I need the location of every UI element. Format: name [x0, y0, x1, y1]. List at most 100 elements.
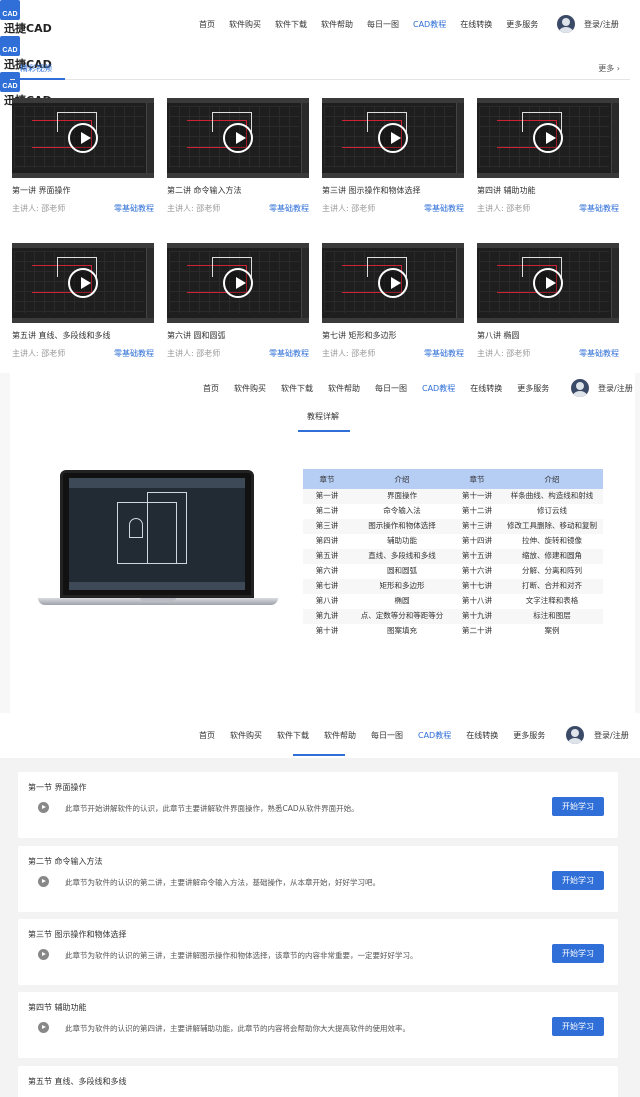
video-title[interactable]: 第八讲 椭圆 [477, 330, 619, 341]
nav-help[interactable]: 软件帮助 [324, 730, 356, 741]
video-title[interactable]: 第五讲 直线、多段线和多线 [12, 330, 154, 341]
video-thumbnail[interactable] [322, 98, 464, 178]
nav-cad-tutorial[interactable]: CAD教程 [422, 383, 455, 394]
play-icon[interactable] [533, 268, 563, 298]
start-learning-button[interactable]: 开始学习 [552, 871, 604, 890]
video-tabbar: 精彩视频 更多 › [10, 60, 630, 80]
table-cell: 第十八讲 [453, 594, 501, 609]
video-card[interactable]: 第二讲 命令输入方法 主讲人: 邵老师 零基础教程 [167, 98, 309, 214]
video-category[interactable]: 零基础教程 [114, 203, 154, 214]
nav-download[interactable]: 软件下载 [281, 383, 313, 394]
video-title[interactable]: 第三讲 图示操作和物体选择 [322, 185, 464, 196]
video-thumbnail[interactable] [167, 98, 309, 178]
main-menu: 首页 软件购买 软件下载 软件帮助 每日一图 CAD教程 在线转换 更多服务 [199, 730, 545, 741]
nav-daily[interactable]: 每日一图 [367, 19, 399, 30]
table-row: 第十讲 图案填充 第二十讲 案例 [303, 624, 603, 639]
video-thumbnail[interactable] [167, 243, 309, 323]
play-icon[interactable] [378, 268, 408, 298]
play-circle-icon[interactable] [38, 876, 49, 887]
nav-download[interactable]: 软件下载 [275, 19, 307, 30]
login-link[interactable]: 登录/注册 [594, 730, 640, 741]
play-icon[interactable] [68, 268, 98, 298]
video-card[interactable]: 第一讲 界面操作 主讲人: 邵老师 零基础教程 [12, 98, 154, 214]
video-category[interactable]: 零基础教程 [424, 348, 464, 359]
start-learning-button[interactable]: 开始学习 [552, 1017, 604, 1036]
nav-active-underline [293, 754, 345, 756]
video-category[interactable]: 零基础教程 [579, 203, 619, 214]
avatar[interactable] [557, 15, 575, 33]
video-card[interactable]: 第三讲 图示操作和物体选择 主讲人: 邵老师 零基础教程 [322, 98, 464, 214]
nav-more[interactable]: 更多服务 [517, 383, 549, 394]
table-cell: 第六讲 [303, 564, 351, 579]
nav-help[interactable]: 软件帮助 [321, 19, 353, 30]
lesson-card: 第一节 界面操作 此章节开始讲解软件的认识，此章节主要讲解软件界面操作，熟悉CA… [18, 772, 618, 838]
nav-convert[interactable]: 在线转换 [466, 730, 498, 741]
table-cell: 第八讲 [303, 594, 351, 609]
nav-more[interactable]: 更多服务 [506, 19, 538, 30]
video-thumbnail[interactable] [322, 243, 464, 323]
video-category[interactable]: 零基础教程 [269, 348, 309, 359]
avatar[interactable] [566, 726, 584, 744]
table-cell: 第二讲 [303, 504, 351, 519]
play-icon[interactable] [533, 123, 563, 153]
nav-help[interactable]: 软件帮助 [328, 383, 360, 394]
play-icon[interactable] [68, 123, 98, 153]
login-link[interactable]: 登录/注册 [584, 19, 619, 30]
table-row: 第八讲 椭圆 第十八讲 文字注释和表格 [303, 594, 603, 609]
play-icon[interactable] [378, 123, 408, 153]
nav-convert[interactable]: 在线转换 [470, 383, 502, 394]
video-card[interactable]: 第五讲 直线、多段线和多线 主讲人: 邵老师 零基础教程 [12, 243, 154, 359]
start-learning-button[interactable]: 开始学习 [552, 797, 604, 816]
nav-buy[interactable]: 软件购买 [229, 19, 261, 30]
nav-convert[interactable]: 在线转换 [460, 19, 492, 30]
detail-title: 教程详解 [307, 412, 339, 421]
nav-more[interactable]: 更多服务 [513, 730, 545, 741]
video-category[interactable]: 零基础教程 [579, 348, 619, 359]
video-thumbnail[interactable] [477, 243, 619, 323]
table-cell: 辅助功能 [351, 534, 453, 549]
video-category[interactable]: 零基础教程 [424, 203, 464, 214]
video-card[interactable]: 第七讲 矩形和多边形 主讲人: 邵老师 零基础教程 [322, 243, 464, 359]
video-thumbnail[interactable] [477, 98, 619, 178]
nav-home[interactable]: 首页 [203, 383, 219, 394]
more-link[interactable]: 更多 › [598, 63, 620, 74]
table-header: 章节 [453, 469, 501, 489]
video-category[interactable]: 零基础教程 [269, 203, 309, 214]
play-icon[interactable] [223, 123, 253, 153]
video-card[interactable]: 第八讲 椭圆 主讲人: 邵老师 零基础教程 [477, 243, 619, 359]
nav-cad-tutorial[interactable]: CAD教程 [413, 19, 446, 30]
video-thumbnail[interactable] [12, 98, 154, 178]
nav-daily[interactable]: 每日一图 [371, 730, 403, 741]
video-thumbnail[interactable] [12, 243, 154, 323]
table-cell: 文字注释和表格 [501, 594, 603, 609]
table-cell: 第三讲 [303, 519, 351, 534]
video-category[interactable]: 零基础教程 [114, 348, 154, 359]
table-cell: 第十九讲 [453, 609, 501, 624]
start-learning-button[interactable]: 开始学习 [552, 944, 604, 963]
video-title[interactable]: 第七讲 矩形和多边形 [322, 330, 464, 341]
play-icon[interactable] [223, 268, 253, 298]
play-circle-icon[interactable] [38, 1022, 49, 1033]
tab-featured-videos[interactable]: 精彩视频 [20, 63, 52, 74]
avatar[interactable] [571, 379, 589, 397]
play-circle-icon[interactable] [38, 802, 49, 813]
nav-buy[interactable]: 软件购买 [230, 730, 262, 741]
play-circle-icon[interactable] [38, 949, 49, 960]
nav-home[interactable]: 首页 [199, 19, 215, 30]
logo[interactable]: CAD 迅捷CAD [0, 0, 640, 36]
table-cell: 圆和圆弧 [351, 564, 453, 579]
nav-download[interactable]: 软件下载 [277, 730, 309, 741]
video-card[interactable]: 第四讲 辅助功能 主讲人: 邵老师 零基础教程 [477, 98, 619, 214]
nav-cad-tutorial[interactable]: CAD教程 [418, 730, 451, 741]
table-cell: 第九讲 [303, 609, 351, 624]
video-title[interactable]: 第一讲 界面操作 [12, 185, 154, 196]
video-title[interactable]: 第二讲 命令输入方法 [167, 185, 309, 196]
nav-home[interactable]: 首页 [199, 730, 215, 741]
nav-daily[interactable]: 每日一图 [375, 383, 407, 394]
nav-buy[interactable]: 软件购买 [234, 383, 266, 394]
table-row: 第九讲 点、定数等分和等距等分 第十九讲 标注和图层 [303, 609, 603, 624]
login-link[interactable]: 登录/注册 [598, 383, 638, 394]
video-title[interactable]: 第六讲 圆和圆弧 [167, 330, 309, 341]
video-title[interactable]: 第四讲 辅助功能 [477, 185, 619, 196]
video-card[interactable]: 第六讲 圆和圆弧 主讲人: 邵老师 零基础教程 [167, 243, 309, 359]
